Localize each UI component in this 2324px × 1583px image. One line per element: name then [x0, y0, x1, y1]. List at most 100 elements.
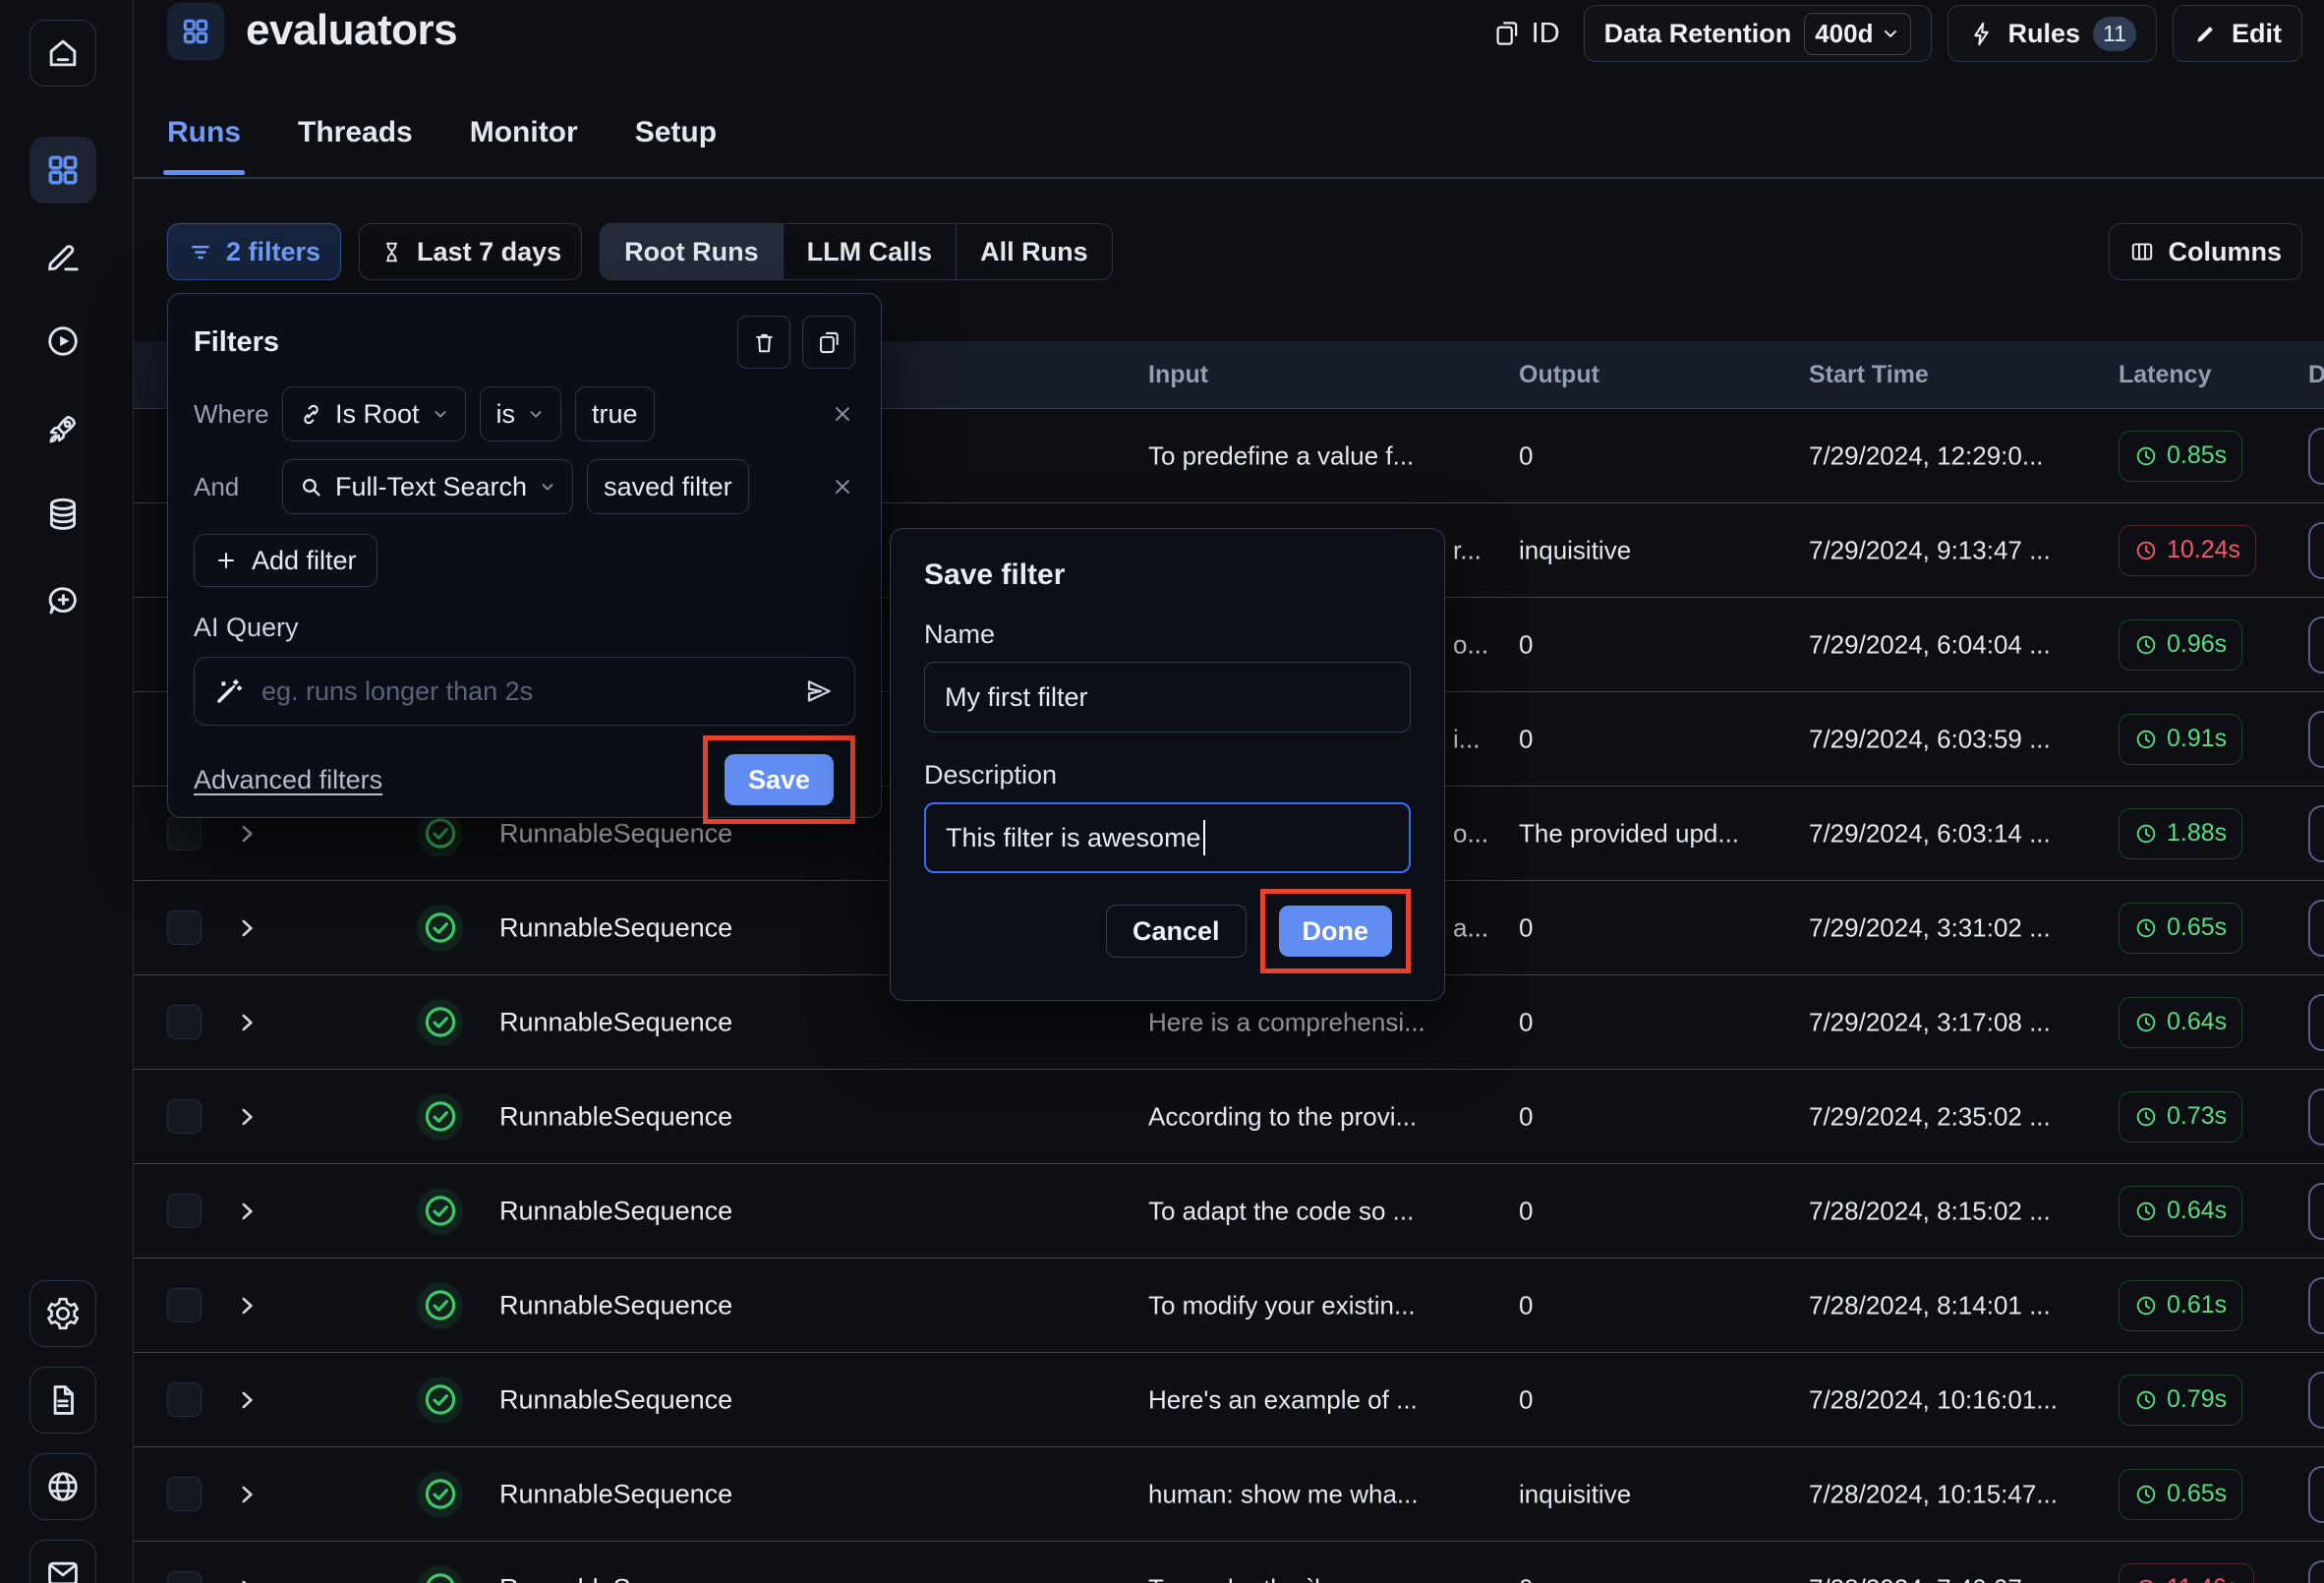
chevron-right-icon[interactable] [234, 1104, 260, 1130]
run-name[interactable]: RunnableSequence [499, 1101, 732, 1132]
table-row[interactable]: RunnableSequence According to the provi.… [134, 1070, 2324, 1164]
time-range-button[interactable]: Last 7 days [359, 223, 583, 280]
cell-output: inquisitive [1519, 1479, 1632, 1508]
name-value: My first filter [945, 681, 1088, 712]
column-header-output[interactable]: Output [1519, 341, 1599, 409]
row-checkbox[interactable] [167, 1382, 202, 1417]
sidebar-item-deployments[interactable] [29, 395, 96, 462]
cell-latency: 0.65s [2119, 902, 2243, 954]
field-dropdown[interactable]: Is Root [282, 386, 466, 441]
segment-all-runs[interactable]: All Runs [956, 224, 1112, 279]
run-name[interactable]: RunnableSequence [499, 1479, 732, 1509]
cell-latency: 0.65s [2119, 1468, 2243, 1520]
run-name[interactable]: RunnableSequence [499, 912, 732, 943]
remove-condition-button[interactable] [830, 474, 855, 499]
sidebar-item-playground[interactable] [29, 308, 96, 375]
chevron-right-icon[interactable] [234, 1010, 260, 1035]
sidebar-item-mail[interactable] [29, 1540, 96, 1583]
table-row[interactable]: RunnableSequence To render the `ba... 0 … [134, 1542, 2324, 1583]
latency-badge: 11.46s [2119, 1562, 2255, 1583]
sidebar-item-home[interactable] [29, 20, 96, 87]
ai-query-placeholder: eg. runs longer than 2s [261, 675, 534, 706]
advanced-filters-link[interactable]: Advanced filters [194, 765, 382, 795]
table-row[interactable]: RunnableSequence To adapt the code so ..… [134, 1164, 2324, 1259]
cell-start-time: 7/28/2024, 10:15:47... [1809, 1479, 2058, 1508]
sidebar-item-annotations[interactable] [29, 222, 96, 289]
clipped-column-badge [2308, 804, 2324, 862]
copy-id-button[interactable]: ID [1492, 18, 1560, 50]
segment-root-runs[interactable]: Root Runs [601, 224, 783, 279]
run-name[interactable]: RunnableSequence [499, 1573, 732, 1583]
sidebar-item-web[interactable] [29, 1453, 96, 1520]
description-field[interactable]: This filter is awesome [924, 802, 1411, 873]
table-row[interactable]: RunnableSequence To modify your existin.… [134, 1259, 2324, 1353]
operator-dropdown[interactable]: is [479, 386, 562, 441]
ai-query-input[interactable]: eg. runs longer than 2s [194, 657, 855, 726]
chevron-right-icon[interactable] [234, 1576, 260, 1583]
field-dropdown[interactable]: Full-Text Search [282, 459, 574, 514]
sidebar-item-datasets[interactable] [29, 481, 96, 548]
row-checkbox[interactable] [167, 910, 202, 945]
name-field[interactable]: My first filter [924, 662, 1411, 733]
column-header-start-time[interactable]: Start Time [1809, 341, 1929, 409]
run-name[interactable]: RunnableSequence [499, 1290, 732, 1320]
database-icon [44, 496, 82, 533]
cell-input: Here is a comprehensi... [1148, 1007, 1425, 1036]
row-checkbox[interactable] [167, 1099, 202, 1134]
sidebar-item-docs[interactable] [29, 1367, 96, 1434]
gear-icon [44, 1295, 82, 1332]
row-checkbox[interactable] [167, 1005, 202, 1039]
tab-threads[interactable]: Threads [298, 116, 413, 175]
plus-icon [214, 549, 238, 572]
sidebar-item-projects[interactable] [29, 137, 96, 204]
run-name[interactable]: RunnableSequence [499, 1007, 732, 1037]
rules-button[interactable]: Rules 11 [1947, 5, 2157, 62]
remove-condition-button[interactable] [830, 401, 855, 427]
value-input[interactable]: saved filter [587, 459, 749, 514]
sidebar-item-settings[interactable] [29, 1280, 96, 1347]
table-row[interactable]: RunnableSequence Here's an example of ..… [134, 1353, 2324, 1447]
cancel-button[interactable]: Cancel [1105, 905, 1247, 958]
data-retention-button[interactable]: Data Retention 400d [1583, 5, 1933, 62]
run-name[interactable]: RunnableSequence [499, 1196, 732, 1226]
columns-button[interactable]: Columns [2109, 223, 2302, 280]
filter-icon [188, 239, 213, 264]
run-name[interactable]: RunnableSequence [499, 1384, 732, 1415]
chevron-right-icon[interactable] [234, 1387, 260, 1413]
success-status-icon [417, 1377, 463, 1423]
condition-conjunction: And [194, 471, 240, 501]
done-button[interactable]: Done [1278, 906, 1392, 957]
row-checkbox[interactable] [167, 1288, 202, 1322]
chevron-right-icon[interactable] [234, 1199, 260, 1224]
chevron-right-icon[interactable] [234, 1482, 260, 1507]
row-checkbox[interactable] [167, 1571, 202, 1583]
chevron-right-icon[interactable] [234, 821, 260, 847]
table-row[interactable]: RunnableSequence human: show me wha... i… [134, 1447, 2324, 1542]
cell-input: r... [1453, 535, 1482, 564]
row-checkbox[interactable] [167, 1194, 202, 1228]
tab-monitor[interactable]: Monitor [470, 116, 578, 175]
segment-llm-calls[interactable]: LLM Calls [782, 224, 957, 279]
cell-output: 0 [1519, 1196, 1534, 1225]
clipped-column-badge [2308, 1465, 2324, 1523]
tab-runs[interactable]: Runs [163, 116, 245, 175]
edit-button[interactable]: Edit [2173, 5, 2302, 62]
tab-setup[interactable]: Setup [635, 116, 717, 175]
delete-filters-button[interactable] [737, 316, 790, 369]
save-filter-button[interactable]: Save [724, 754, 834, 805]
chevron-right-icon[interactable] [234, 1293, 260, 1319]
column-header-latency[interactable]: Latency [2119, 341, 2211, 409]
field-label: Full-Text Search [335, 471, 528, 501]
send-icon[interactable] [803, 675, 835, 707]
chevron-right-icon[interactable] [234, 915, 260, 941]
save-button-annotation: Save [702, 735, 855, 824]
column-header-input[interactable]: Input [1148, 341, 1208, 409]
add-filter-button[interactable]: Add filter [194, 534, 378, 587]
value-input[interactable]: true [575, 386, 655, 441]
latency-badge: 0.96s [2119, 618, 2243, 671]
copy-filters-button[interactable] [802, 316, 855, 369]
sidebar-item-feedback[interactable] [29, 567, 96, 634]
retention-value-dropdown[interactable]: 400d [1804, 12, 1912, 55]
filters-button[interactable]: 2 filters [167, 223, 342, 280]
row-checkbox[interactable] [167, 1477, 202, 1511]
